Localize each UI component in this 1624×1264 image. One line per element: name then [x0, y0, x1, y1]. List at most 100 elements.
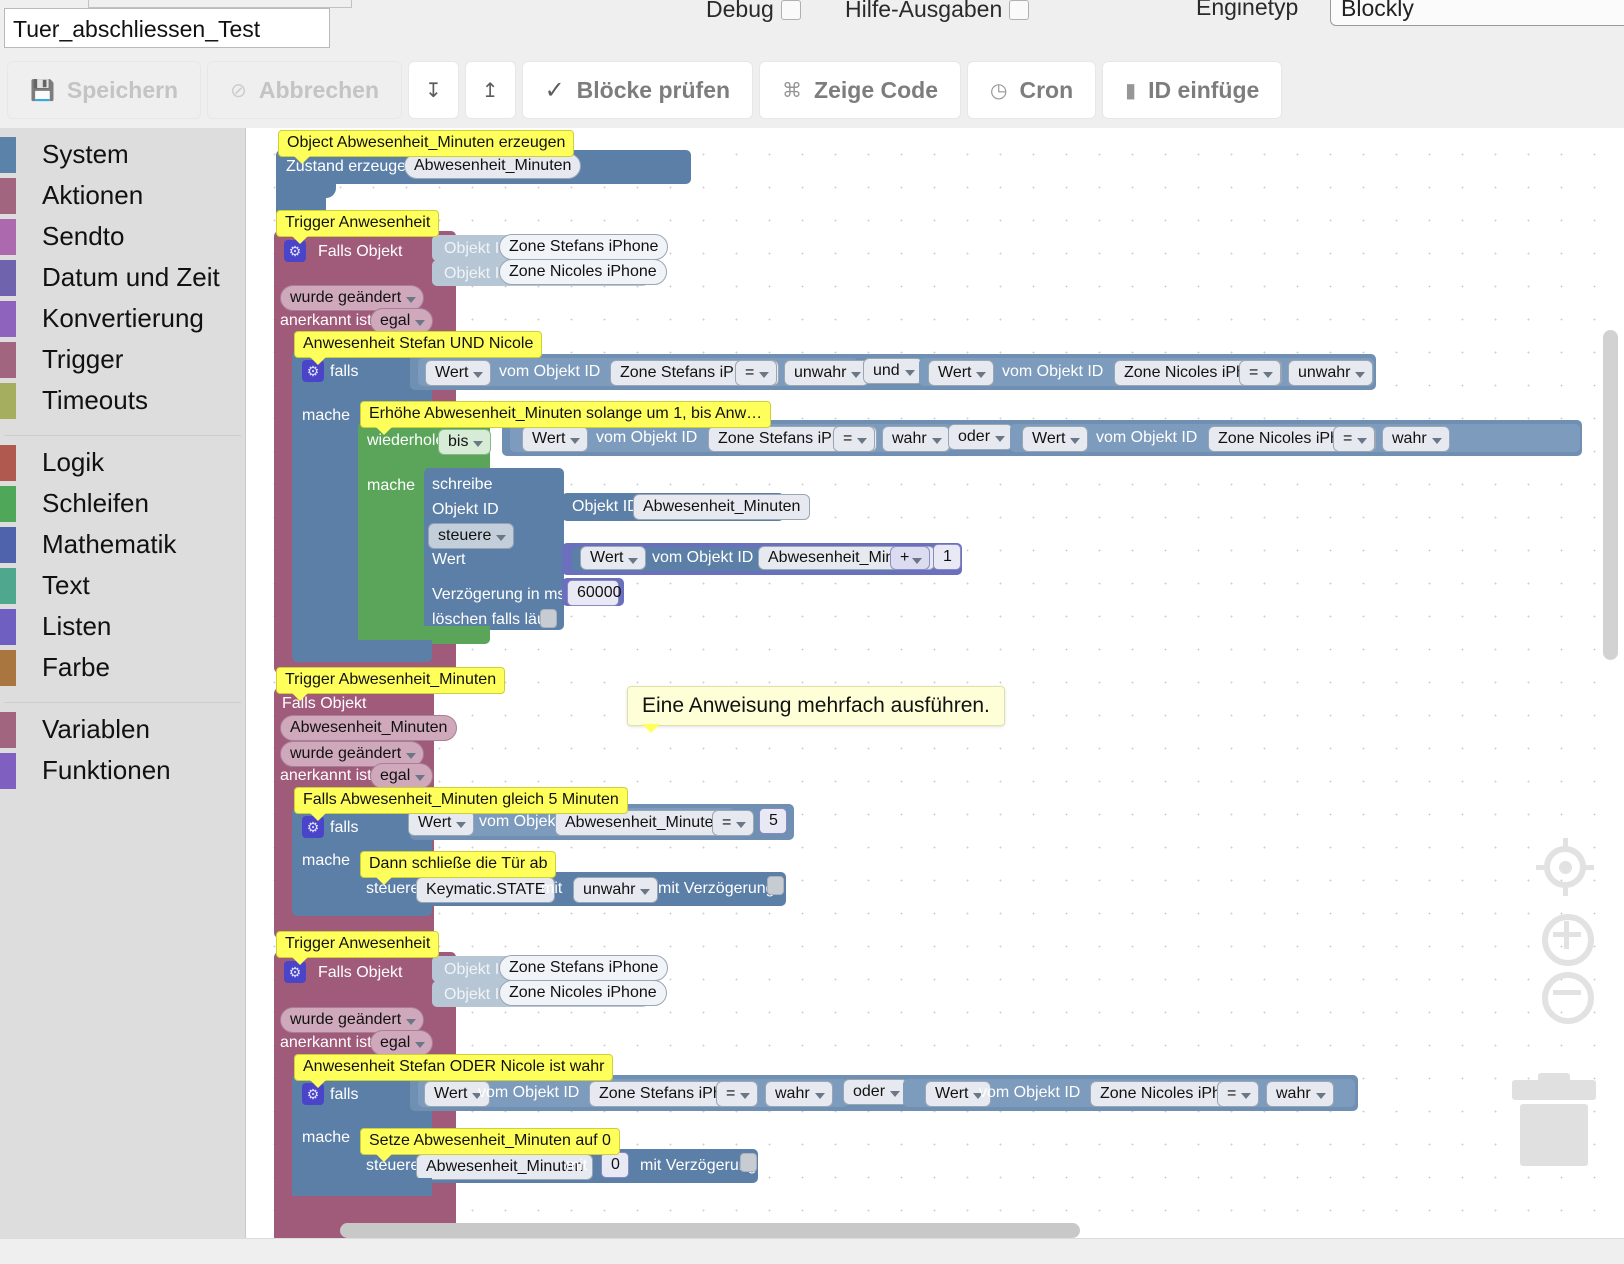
cron-button[interactable]: ◷ Cron: [968, 62, 1096, 118]
crosshair-tick-top-icon: [1563, 838, 1568, 852]
sidebar-item-aktionen[interactable]: Aktionen: [0, 175, 245, 216]
operator-and-right[interactable]: =: [1239, 360, 1281, 386]
sidebar-item-listen[interactable]: Listen: [0, 606, 245, 647]
vom-objekt-id-label-or-left: vom Objekt ID: [478, 1084, 580, 1101]
value-and-left[interactable]: unwahr: [784, 360, 870, 386]
comment-then-lock[interactable]: Dann schließe die Tür ab: [360, 851, 557, 885]
comment-trigger-anwesenheit-2[interactable]: Trigger Anwesenheit: [276, 931, 440, 965]
hilfe-ausgaben-label: Hilfe-Ausgaben: [845, 0, 1003, 22]
bis-dropdown[interactable]: bis: [438, 429, 492, 455]
show-code-button[interactable]: ⌘ Zeige Code: [760, 62, 961, 118]
trigger-minuten-object[interactable]: Abwesenheit_Minuten: [280, 715, 458, 741]
number-five-field[interactable]: 5: [759, 808, 787, 834]
comment-create-object[interactable]: Object Abwesenheit_Minuten erzeugen: [278, 130, 575, 164]
comment-set-zero[interactable]: Setze Abwesenheit_Minuten auf 0: [360, 1128, 620, 1162]
objekt-id-inner-value[interactable]: Abwesenheit_Minuten: [633, 494, 811, 520]
comment-trigger-anwesenheit-1[interactable]: Trigger Anwesenheit: [276, 210, 440, 244]
vertical-scrollbar-thumb[interactable]: [1603, 330, 1618, 660]
export-button[interactable]: ↥: [465, 62, 515, 118]
plus-operator[interactable]: +: [890, 546, 930, 570]
category-color-swatch: [0, 219, 16, 255]
insert-id-button[interactable]: ▮ ID einfüge: [1103, 62, 1282, 118]
wert-dropdown-write[interactable]: Wert: [580, 546, 647, 570]
wert-dropdown-and-left[interactable]: Wert: [425, 360, 492, 386]
objekt-id-value-1[interactable]: Zone Stefans iPhone: [499, 234, 669, 260]
sidebar-item-variablen[interactable]: Variablen: [0, 709, 245, 750]
operator-and-left[interactable]: =: [735, 360, 777, 386]
sidebar-divider-1: [0, 421, 245, 435]
loeschen-falls-laeuft-checkbox[interactable]: [540, 609, 557, 628]
debug-checkbox-group[interactable]: Debug: [706, 0, 801, 23]
lock-target-field[interactable]: Keymatic.STATE: [416, 877, 556, 903]
download-icon: ↧: [425, 79, 442, 102]
sidebar-item-sendto[interactable]: Sendto: [0, 216, 245, 257]
enginetyp-select[interactable]: Blockly: [1330, 0, 1624, 26]
category-color-swatch: [0, 342, 16, 378]
comment-and-condition[interactable]: Anwesenheit Stefan UND Nicole: [294, 331, 543, 365]
debug-label: Debug: [706, 0, 774, 22]
and-join-dropdown[interactable]: und: [863, 358, 923, 384]
script-name-tab[interactable]: [88, 0, 352, 8]
set-zero-delay-checkbox[interactable]: [740, 1153, 757, 1172]
trash-can-icon[interactable]: [1512, 1073, 1596, 1166]
objekt-id-value-3[interactable]: Zone Stefans iPhone: [499, 955, 669, 981]
debug-checkbox[interactable]: [780, 0, 801, 20]
script-name-input[interactable]: Tuer_abschliessen_Test: [4, 8, 330, 48]
anerkannt-dropdown-minuten[interactable]: egal: [370, 763, 434, 789]
lock-delay-checkbox[interactable]: [767, 876, 784, 895]
operator-loop-left[interactable]: =: [833, 426, 875, 452]
value-loop-right[interactable]: wahr: [1382, 426, 1450, 452]
objekt-id-value-2[interactable]: Zone Nicoles iPhone: [499, 259, 667, 285]
wert-dropdown-loop-right[interactable]: Wert: [1022, 426, 1089, 452]
save-button[interactable]: 💾 Speichern: [8, 62, 201, 118]
sidebar-item-system[interactable]: System: [0, 134, 245, 175]
check-blocks-button[interactable]: ✓ Blöcke prüfen: [522, 62, 753, 118]
zoom-out-button[interactable]: [1542, 972, 1594, 1024]
import-button[interactable]: ↧: [409, 62, 458, 118]
sidebar-item-mathematik[interactable]: Mathematik: [0, 524, 245, 565]
lock-value-dropdown[interactable]: unwahr: [573, 877, 659, 903]
value-and-right[interactable]: unwahr: [1288, 360, 1374, 386]
sidebar-item-trigger[interactable]: Trigger: [0, 339, 245, 380]
addend-field[interactable]: 1: [933, 544, 961, 570]
comment-increase-loop[interactable]: Erhöhe Abwesenheit_Minuten solange um 1,…: [360, 401, 772, 435]
cancel-button[interactable]: ⊘ Abbrechen: [208, 62, 402, 118]
anerkannt-label-minuten: anerkannt ist: [280, 767, 372, 784]
mache-label-or: mache: [302, 1129, 351, 1146]
steuere-dropdown[interactable]: steuere: [428, 523, 515, 549]
comment-trigger-minuten[interactable]: Trigger Abwesenheit_Minuten: [276, 667, 506, 701]
center-workspace-button[interactable]: [1536, 838, 1594, 896]
blockly-workspace-canvas[interactable]: Object Abwesenheit_Minuten erzeugen Zust…: [246, 128, 1624, 1238]
comment-if-equals-five[interactable]: Falls Abwesenheit_Minuten gleich 5 Minut…: [294, 787, 628, 821]
wert-dropdown-loop-left[interactable]: Wert: [522, 426, 589, 452]
sidebar-item-label: Timeouts: [42, 385, 148, 415]
set-zero-value-field[interactable]: 0: [601, 1152, 629, 1178]
operator-or-left[interactable]: =: [716, 1081, 758, 1107]
zoom-in-button[interactable]: [1542, 914, 1594, 966]
objekt-id-value-4[interactable]: Zone Nicoles iPhone: [499, 980, 667, 1006]
operator-five[interactable]: =: [712, 810, 754, 836]
sidebar-item-timeouts[interactable]: Timeouts: [0, 380, 245, 421]
hilfe-ausgaben-checkbox[interactable]: [1009, 0, 1030, 20]
sidebar-item-schleifen[interactable]: Schleifen: [0, 483, 245, 524]
delay-value-field[interactable]: 60000: [567, 580, 622, 606]
operator-or-right[interactable]: =: [1217, 1081, 1259, 1107]
comment-or-condition[interactable]: Anwesenheit Stefan ODER Nicole ist wahr: [294, 1054, 614, 1088]
sidebar-item-datum-und-zeit[interactable]: Datum und Zeit: [0, 257, 245, 298]
value-or-right[interactable]: wahr: [1266, 1081, 1334, 1107]
value-loop-left[interactable]: wahr: [882, 426, 950, 452]
sidebar-item-funktionen[interactable]: Funktionen: [0, 750, 245, 791]
wert-dropdown-and-right[interactable]: Wert: [928, 360, 995, 386]
sidebar-item-konvertierung[interactable]: Konvertierung: [0, 298, 245, 339]
sidebar-item-logik[interactable]: Logik: [0, 442, 245, 483]
value-or-left[interactable]: wahr: [765, 1081, 833, 1107]
tooltip-popup: Eine Anweisung mehrfach ausführen.: [627, 686, 1005, 733]
horizontal-scrollbar-thumb[interactable]: [340, 1223, 1080, 1238]
sidebar-item-text[interactable]: Text: [0, 565, 245, 606]
operator-loop-right[interactable]: =: [1333, 426, 1375, 452]
or-join-dropdown[interactable]: oder: [843, 1079, 909, 1105]
anerkannt-dropdown-2[interactable]: egal: [370, 1030, 434, 1056]
sidebar-item-farbe[interactable]: Farbe: [0, 647, 245, 688]
hilfe-ausgaben-checkbox-group[interactable]: Hilfe-Ausgaben: [845, 0, 1030, 23]
loop-join-dropdown[interactable]: oder: [948, 424, 1014, 450]
